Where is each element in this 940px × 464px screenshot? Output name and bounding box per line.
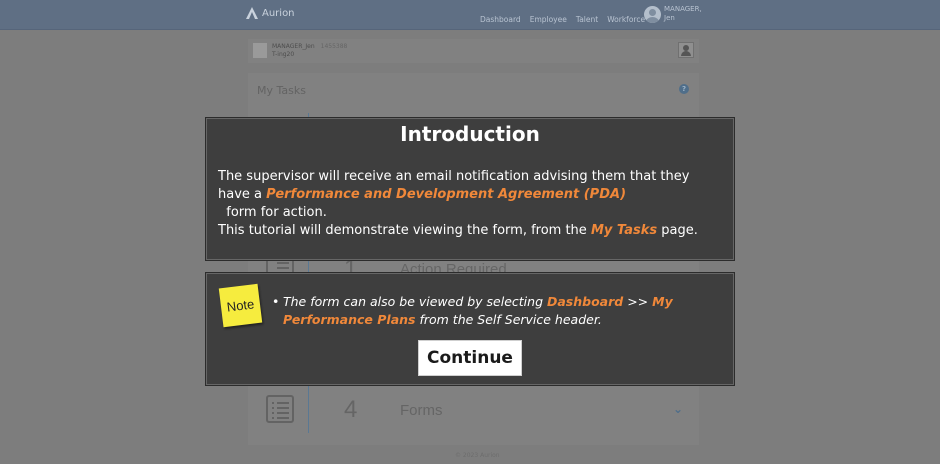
aurion-logo[interactable]: Aurion <box>245 6 295 20</box>
nav-dashboard[interactable]: Dashboard <box>480 15 521 24</box>
employee-photo <box>253 43 267 58</box>
employee-header-bar: MANAGER_Jen 1455388 T-ing20 <box>248 39 699 63</box>
task-label: Forms <box>400 402 443 419</box>
intro-paragraph-1: The supervisor will receive an email not… <box>218 168 723 222</box>
introduction-dialog: Introduction The supervisor will receive… <box>205 117 735 261</box>
task-count: 4 <box>344 396 358 423</box>
dashboard-highlight: Dashboard <box>546 294 624 309</box>
note-body: The form can also be viewed by selecting… <box>272 293 722 329</box>
note-text-start: The form can also be viewed by selecting <box>283 294 547 309</box>
nav-workforce[interactable]: Workforce <box>607 15 645 24</box>
employee-name: MANAGER_Jen <box>272 43 315 50</box>
employee-subtitle: T-ing20 <box>272 51 295 58</box>
note-dialog: Note • The form can also be viewed by se… <box>205 272 735 386</box>
sticky-note-icon: Note <box>218 283 263 328</box>
page-footer: © 2023 Aurion <box>455 452 500 459</box>
nav-talent[interactable]: Talent <box>576 15 598 24</box>
user-name-line1: MANAGER, <box>664 5 702 13</box>
intro-paragraph-2: This tutorial will demonstrate viewing t… <box>218 222 723 240</box>
note-bullet: • <box>272 294 280 309</box>
top-navigation-bar: Aurion Dashboard Employee Talent Workfor… <box>0 0 940 30</box>
user-name-line2: Jen <box>664 14 675 22</box>
para2-text-end: page. <box>657 223 698 238</box>
forms-list-icon <box>266 395 294 423</box>
user-avatar-icon <box>644 5 661 23</box>
note-label: Note <box>225 296 256 315</box>
note-text: • The form can also be viewed by selecti… <box>272 293 722 329</box>
task-row-forms[interactable]: 4 Forms ⌄ <box>248 390 699 430</box>
chevron-down-icon[interactable]: ⌄ <box>673 402 683 416</box>
pda-highlight: Performance and Development Agreement (P… <box>266 187 627 202</box>
help-icon[interactable]: ? <box>679 84 689 94</box>
user-menu[interactable]: MANAGER, Jen <box>644 5 702 23</box>
aurion-logo-icon <box>246 7 258 19</box>
continue-button[interactable]: Continue <box>418 340 522 376</box>
nav-employee[interactable]: Employee <box>530 15 567 24</box>
dialog-title: Introduction <box>400 122 540 146</box>
logo-text: Aurion <box>262 7 295 19</box>
main-nav: Dashboard Employee Talent Workforce <box>480 15 645 24</box>
note-text-end: from the Self Service header. <box>415 312 602 327</box>
my-tasks-highlight: My Tasks <box>590 223 658 238</box>
para1-text-end: form for action. <box>218 205 327 220</box>
my-tasks-title: My Tasks <box>257 84 306 97</box>
employee-info: MANAGER_Jen 1455388 T-ing20 <box>272 43 347 59</box>
user-menu-name: MANAGER, Jen <box>664 5 702 23</box>
profile-button[interactable] <box>678 42 694 58</box>
employee-id: 1455388 <box>320 43 348 50</box>
para2-text: This tutorial will demonstrate viewing t… <box>218 223 591 238</box>
note-separator: >> <box>623 294 653 309</box>
